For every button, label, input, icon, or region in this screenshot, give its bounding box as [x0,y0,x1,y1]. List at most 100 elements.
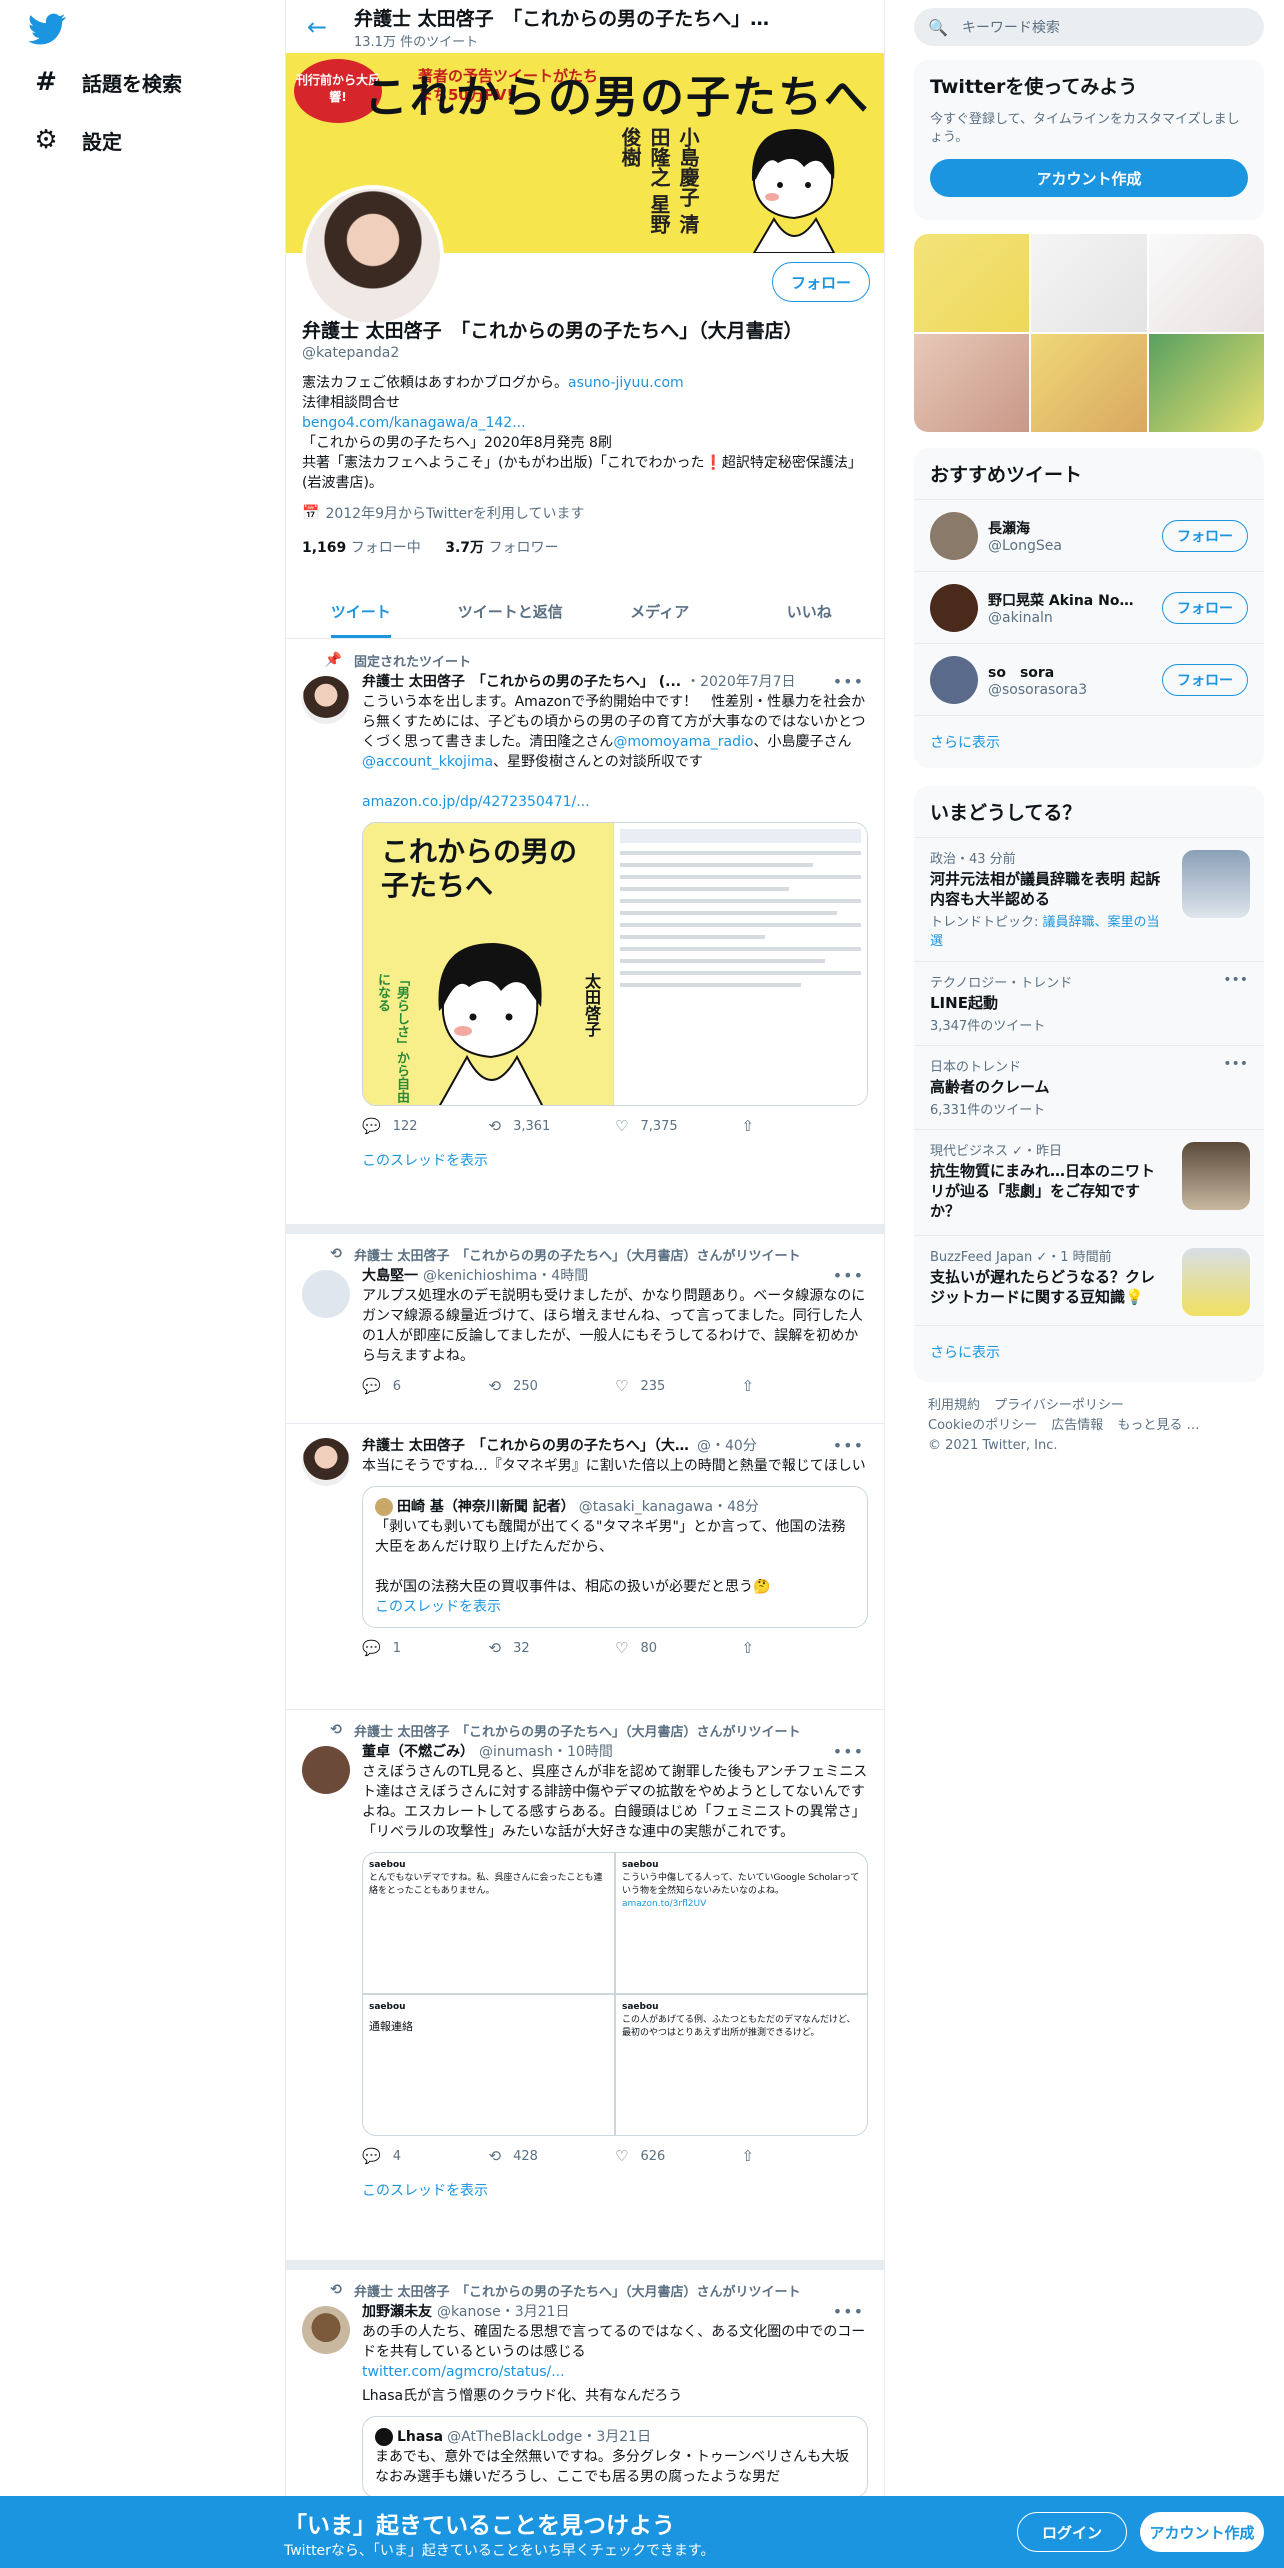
follow-suggestion[interactable]: 野口晃菜 Akina Nog... @akinaln フォロー [914,571,1264,643]
bio-link-2[interactable]: bengo4.com/kanagawa/a_142... [302,415,526,431]
tweet-avatar[interactable] [302,1270,350,1318]
quoted-tweet[interactable]: Lhasa @AtTheBlackLodge・3月21日 まあでも、意外では全然無… [362,2416,868,2498]
follow-button[interactable]: フォロー [1162,519,1248,552]
profile-avatar[interactable] [302,185,444,327]
tweet-media-book[interactable]: これからの男の子たちへ 太田啓子 「男らしさ」から自由になる [362,822,868,1106]
mention-link[interactable]: @account_kkojima [362,754,493,770]
mention-link[interactable]: @momoyama_radio [613,734,753,750]
login-button[interactable]: ログイン [1017,2512,1127,2552]
footer-cookies[interactable]: Cookieのポリシー [928,1418,1037,1433]
reply-button[interactable]: 💬 1 [362,1639,489,1657]
tweet-retweeted[interactable]: ⟲ 弁護士 太田啓子 「これからの男の子たちへ」（大月書店）さんがリツイート 大島… [286,1234,884,1424]
retweet-button[interactable]: ⟲ 32 [489,1639,616,1657]
tab-media[interactable]: メディア [585,585,735,638]
like-button[interactable]: ♡ 626 [615,2147,742,2165]
retweet-button[interactable]: ⟲ 3,361 [489,1117,616,1135]
show-thread-link[interactable]: このスレッドを表示 [302,1146,868,1186]
tweet-media-grid[interactable]: saebou とんでもないデマですね。私、呉座さんに会ったことも連絡をとったことも… [362,1852,868,2136]
trend-item[interactable]: BuzzFeed Japan ✓・1 時間前 支払いが遅れたらどうなる？クレジッ… [914,1235,1264,1325]
bottom-headline: 「いま」起きていることを見つけよう [284,2513,675,2539]
more-icon[interactable]: ••• [833,1436,864,1455]
tweet-handle-time[interactable]: @kanose・3月21日 [437,2301,570,2321]
follow-button[interactable]: フォロー [1162,663,1248,696]
show-more-link[interactable]: さらに表示 [914,715,1264,768]
follow-button[interactable]: フォロー [771,262,870,302]
like-button[interactable]: ♡ 235 [615,1377,742,1395]
like-button[interactable]: ♡ 80 [615,1639,742,1657]
search-box[interactable]: 🔍 キーワード検索 [914,8,1264,46]
retweet-button[interactable]: ⟲ 250 [489,1377,616,1395]
tweet-author-name[interactable]: 大島堅一 [362,1265,418,1285]
create-account-button[interactable]: アカウント作成 [930,159,1248,197]
quoted-tweet[interactable]: 田崎 基（神奈川新聞 記者） @tasaki_kanagawa・48分 「剥いても… [362,1486,868,1628]
nav-settings-label: 設定 [82,129,122,154]
more-icon[interactable]: ••• [833,672,864,691]
more-icon[interactable]: ••• [1223,1056,1248,1072]
more-icon[interactable]: ••• [1223,972,1248,988]
tweet-avatar[interactable] [302,676,350,724]
tweet-handle-time[interactable]: @inumash・10時間 [479,1741,613,1761]
tweet-pinned[interactable]: 📌 固定されたツイート 弁護士 太田啓子 「これからの男の子たちへ」 (... ・2… [286,640,884,1234]
trend-item[interactable]: 現代ビジネス ✓・昨日 抗生物質にまみれ…日本のニワトリが辿る「悲劇」をご存知で… [914,1129,1264,1235]
tweet-author-name[interactable]: 董卓（不燃ごみ） [362,1741,474,1761]
retweet-button[interactable]: ⟲ 428 [489,2147,616,2165]
nav-explore[interactable]: # 話題を検索 [32,60,182,104]
footer-terms[interactable]: 利用規約 [928,1398,980,1413]
gallery-photo[interactable] [1031,334,1147,432]
more-icon[interactable]: ••• [833,1266,864,1285]
follow-suggestion[interactable]: 長瀬海 @LongSea フォロー [914,499,1264,571]
tweet-avatar[interactable] [302,1746,350,1794]
nav-settings[interactable]: ⚙ 設定 [32,118,122,162]
tweet-retweeted[interactable]: ⟲ 弁護士 太田啓子 「これからの男の子たちへ」（大月書店）さんがリツイート 董卓… [286,1710,884,2270]
tweet-link[interactable]: twitter.com/agmcro/status/... [362,2364,565,2380]
tweet-avatar[interactable] [302,1438,350,1486]
gallery-photo[interactable] [1148,234,1264,332]
tweet-handle-time[interactable]: ・2020年7月7日 [686,671,795,691]
footer-ads[interactable]: 広告情報 [1051,1418,1103,1433]
followers-link[interactable]: 3.7万 フォロワー [445,540,558,556]
quote-show-thread[interactable]: このスレッドを表示 [375,1597,855,1617]
tweet-own[interactable]: 弁護士 太田啓子 「これからの男の子たちへ」（大月書店）@・40分 ••• 本当に… [286,1424,884,1710]
twitter-logo-icon[interactable] [28,10,66,48]
tweet-handle-time[interactable]: @・40分 [697,1435,757,1455]
search-input[interactable]: キーワード検索 [962,17,1060,37]
share-button[interactable]: ⇧ [742,1639,869,1657]
reply-button[interactable]: 💬 4 [362,2147,489,2165]
tweet-handle-time[interactable]: @kenichioshima・4時間 [423,1265,588,1285]
reply-button[interactable]: 💬 122 [362,1117,489,1135]
tweet-author-name[interactable]: 弁護士 太田啓子 「これからの男の子たちへ」（大月書店） [362,1435,692,1455]
footer-privacy[interactable]: プライバシーポリシー [994,1398,1124,1413]
gallery-photo[interactable] [1031,234,1147,332]
bio-link-1[interactable]: asuno-jiyuu.com [568,375,684,391]
tab-tweets-replies[interactable]: ツイートと返信 [436,585,586,638]
follow-suggestion[interactable]: so sora @sosorasora3 フォロー [914,643,1264,715]
trend-count: 3,347件のツイート [930,1019,1046,1034]
show-thread-link[interactable]: このスレッドを表示 [302,2176,868,2216]
tab-likes[interactable]: いいね [735,585,885,638]
tweet-author-name[interactable]: 弁護士 太田啓子 「これからの男の子たちへ」 (... [362,671,681,691]
reply-button[interactable]: 💬 6 [362,1377,489,1395]
share-button[interactable]: ⇧ [742,1377,869,1395]
back-arrow-icon[interactable]: ← [300,10,334,44]
show-more-link[interactable]: さらに表示 [914,1325,1264,1378]
trend-item[interactable]: テクノロジー・トレンド LINE起動 3,347件のツイート ••• [914,961,1264,1045]
follow-button[interactable]: フォロー [1162,591,1248,624]
share-button[interactable]: ⇧ [742,1117,869,1135]
more-icon[interactable]: ••• [833,2302,864,2321]
tab-tweets[interactable]: ツイート [286,585,436,638]
like-button[interactable]: ♡ 7,375 [615,1117,742,1135]
tweet-avatar[interactable] [302,2306,350,2354]
share-button[interactable]: ⇧ [742,2147,869,2165]
signup-button[interactable]: アカウント作成 [1140,2512,1264,2552]
footer-more[interactable]: もっと見る … [1117,1418,1199,1433]
gallery-photo[interactable] [914,234,1030,332]
tweet-link[interactable]: amazon.co.jp/dp/4272350471/... [362,794,590,810]
more-icon[interactable]: ••• [833,1742,864,1761]
following-link[interactable]: 1,169 フォロー中 [302,540,421,556]
gallery-photo[interactable] [914,334,1030,432]
tweet-author-name[interactable]: 加野瀬未友 [362,2301,432,2321]
trend-item[interactable]: 政治・43 分前 河井元法相が議員辞職を表明 起訴内容も大半認める トレンドトピ… [914,837,1264,961]
tweet-retweeted[interactable]: ⟲ 弁護士 太田啓子 「これからの男の子たちへ」（大月書店）さんがリツイート 加野… [286,2270,884,2530]
trend-item[interactable]: 日本のトレンド 高齢者のクレーム 6,331件のツイート ••• [914,1045,1264,1129]
gallery-photo[interactable] [1148,334,1264,432]
